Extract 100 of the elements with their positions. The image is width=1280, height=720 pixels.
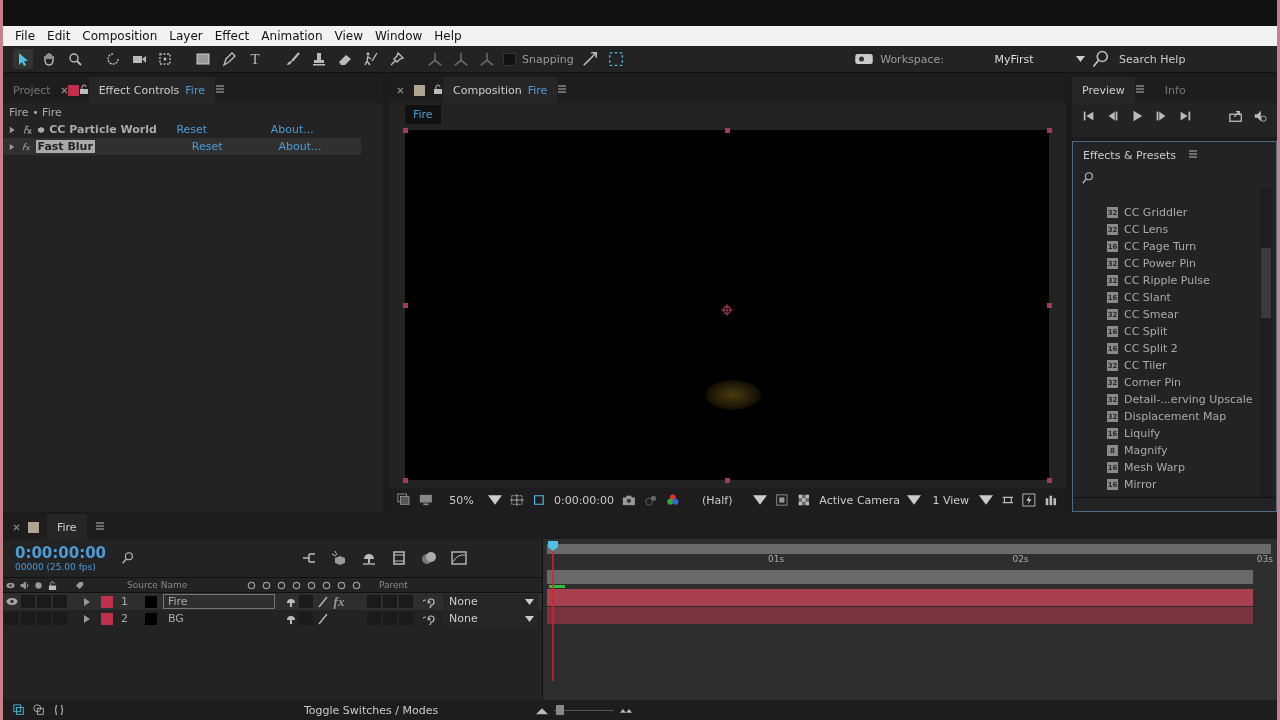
next-frame-icon[interactable] xyxy=(1154,109,1168,123)
composition-tab[interactable]: Fire xyxy=(405,104,441,124)
tree-item[interactable]: Mesh Warp xyxy=(1124,461,1185,474)
checkerboard-icon[interactable] xyxy=(797,493,811,507)
menu-item[interactable]: Animation xyxy=(255,29,329,43)
about-link[interactable]: About... xyxy=(270,123,361,136)
effect-name[interactable]: Fast Blur xyxy=(35,140,95,153)
tree-item[interactable]: CC Smear xyxy=(1124,308,1179,321)
tree-item[interactable]: CC Split xyxy=(1124,325,1168,338)
search-icon[interactable] xyxy=(1081,171,1095,185)
search-field[interactable]: Search Help xyxy=(1117,51,1267,67)
camera-snapshot-icon[interactable] xyxy=(622,493,636,507)
layer-handle[interactable] xyxy=(1047,303,1052,308)
layer-handle[interactable] xyxy=(1047,478,1052,483)
expand-arrow-icon[interactable] xyxy=(9,125,16,134)
view-layout-dropdown[interactable]: 1 View xyxy=(928,493,993,507)
tree-item[interactable]: CC Slant xyxy=(1124,291,1171,304)
panel-tab[interactable]: Preview xyxy=(1072,77,1135,103)
menu-item[interactable]: Layer xyxy=(163,29,209,43)
effect-name[interactable]: CC Particle World xyxy=(49,123,173,136)
menu-item[interactable]: Help xyxy=(428,29,468,43)
label-color[interactable] xyxy=(101,612,113,625)
layer-name[interactable]: Fire xyxy=(163,594,275,609)
graph-editor-icon[interactable] xyxy=(451,550,467,566)
monitor-icon[interactable] xyxy=(418,493,433,507)
tree-item[interactable]: CC Griddler xyxy=(1124,206,1188,219)
about-link[interactable]: About... xyxy=(278,140,361,153)
panel-tab[interactable]: Effect Controls Fire xyxy=(88,77,215,103)
composition-flowchart-icon[interactable] xyxy=(301,550,317,566)
scrollbar-thumb[interactable] xyxy=(1261,248,1271,318)
close-icon[interactable] xyxy=(13,523,20,531)
frame-blending-icon[interactable] xyxy=(391,550,407,566)
fast-preview-icon[interactable] xyxy=(1022,493,1037,507)
tree-item[interactable]: Detail-...erving Upscale xyxy=(1124,393,1253,406)
parent-dropdown[interactable]: None xyxy=(443,594,538,609)
snapping-checkbox[interactable] xyxy=(503,52,516,66)
menu-item[interactable]: View xyxy=(328,29,369,43)
panel-menu-icon[interactable] xyxy=(214,83,225,94)
quality-slash-icon[interactable] xyxy=(317,612,329,625)
resolution-dropdown[interactable]: (Half) xyxy=(687,493,768,507)
layer-handle[interactable] xyxy=(725,128,730,133)
eye-icon[interactable] xyxy=(6,597,18,606)
tree-item[interactable]: CC Power Pin xyxy=(1124,257,1197,270)
label-color[interactable] xyxy=(101,595,113,608)
flowchart-icon[interactable] xyxy=(1044,493,1058,507)
tree-item[interactable]: CC Split 2 xyxy=(1124,342,1178,355)
menu-item[interactable]: Effect xyxy=(208,29,256,43)
tree-item[interactable]: Corner Pin xyxy=(1124,376,1181,389)
pick-whip-icon[interactable] xyxy=(423,612,435,625)
visibility-toggle[interactable] xyxy=(4,612,18,625)
lock-icon[interactable] xyxy=(78,83,89,94)
tree-item[interactable]: Mirror xyxy=(1124,478,1157,491)
pick-whip-icon[interactable] xyxy=(423,595,435,608)
transparency-grid-icon[interactable] xyxy=(532,493,546,507)
rgb-channels-icon[interactable] xyxy=(665,493,680,507)
quality-slash-icon[interactable] xyxy=(317,595,329,608)
slider-thumb[interactable] xyxy=(556,704,564,715)
camera-dropdown[interactable]: Active Camera xyxy=(818,493,921,507)
transfer-controls-icon[interactable] xyxy=(33,704,45,716)
last-frame-icon[interactable] xyxy=(1178,109,1192,123)
magnification-dropdown[interactable]: 50% xyxy=(440,493,503,507)
tree-item[interactable]: Displacement Map xyxy=(1124,410,1227,423)
arrow-pointer-icon[interactable] xyxy=(13,49,33,69)
layer-handle[interactable] xyxy=(403,128,408,133)
panel-menu-icon[interactable] xyxy=(557,83,568,94)
panel-tab[interactable]: Composition Fire xyxy=(443,77,558,103)
export-icon[interactable] xyxy=(1229,109,1243,123)
effect-toggle[interactable]: fx xyxy=(333,593,345,610)
tree-item[interactable]: Magnify xyxy=(1124,444,1168,457)
layer-handle[interactable] xyxy=(403,478,408,483)
layer-handle[interactable] xyxy=(403,303,408,308)
search-icon[interactable] xyxy=(121,551,135,565)
type-tool[interactable]: T xyxy=(245,49,265,69)
menu-item[interactable]: File xyxy=(9,29,42,43)
tree-item[interactable]: CC Tiler xyxy=(1124,359,1167,372)
layer-handle[interactable] xyxy=(1047,128,1052,133)
preview-frames-icon[interactable] xyxy=(397,493,411,507)
previous-frame-icon[interactable] xyxy=(1106,109,1120,123)
panel-menu-icon[interactable] xyxy=(1134,83,1145,94)
mute-audio-icon[interactable] xyxy=(1253,109,1267,123)
close-icon[interactable] xyxy=(397,86,404,94)
region-icon[interactable] xyxy=(510,493,525,507)
anchor-point-icon[interactable] xyxy=(721,304,733,316)
expand-arrow-icon[interactable] xyxy=(9,142,15,151)
timeline-tab[interactable]: Fire xyxy=(47,514,87,540)
timecode[interactable]: 0:00:00:00 xyxy=(15,544,105,562)
lock-icon[interactable] xyxy=(433,83,443,94)
safe-area-icon[interactable] xyxy=(775,493,789,507)
layer-switches-icon[interactable] xyxy=(13,704,25,716)
tree-item[interactable]: Liquify xyxy=(1124,427,1161,440)
menu-item[interactable]: Composition xyxy=(76,29,164,43)
draft-3d-icon[interactable] xyxy=(331,550,347,566)
tree-item[interactable]: CC Page Turn xyxy=(1124,240,1197,253)
in-out-icon[interactable] xyxy=(53,704,65,716)
playhead-icon[interactable] xyxy=(547,541,559,681)
tree-item[interactable]: CC Lens xyxy=(1124,223,1169,236)
first-frame-icon[interactable] xyxy=(1082,109,1096,123)
show-snapshot-icon[interactable] xyxy=(643,493,658,507)
reset-link[interactable]: Reset xyxy=(176,123,267,136)
workspace-dropdown[interactable]: MyFirst xyxy=(950,52,1085,66)
